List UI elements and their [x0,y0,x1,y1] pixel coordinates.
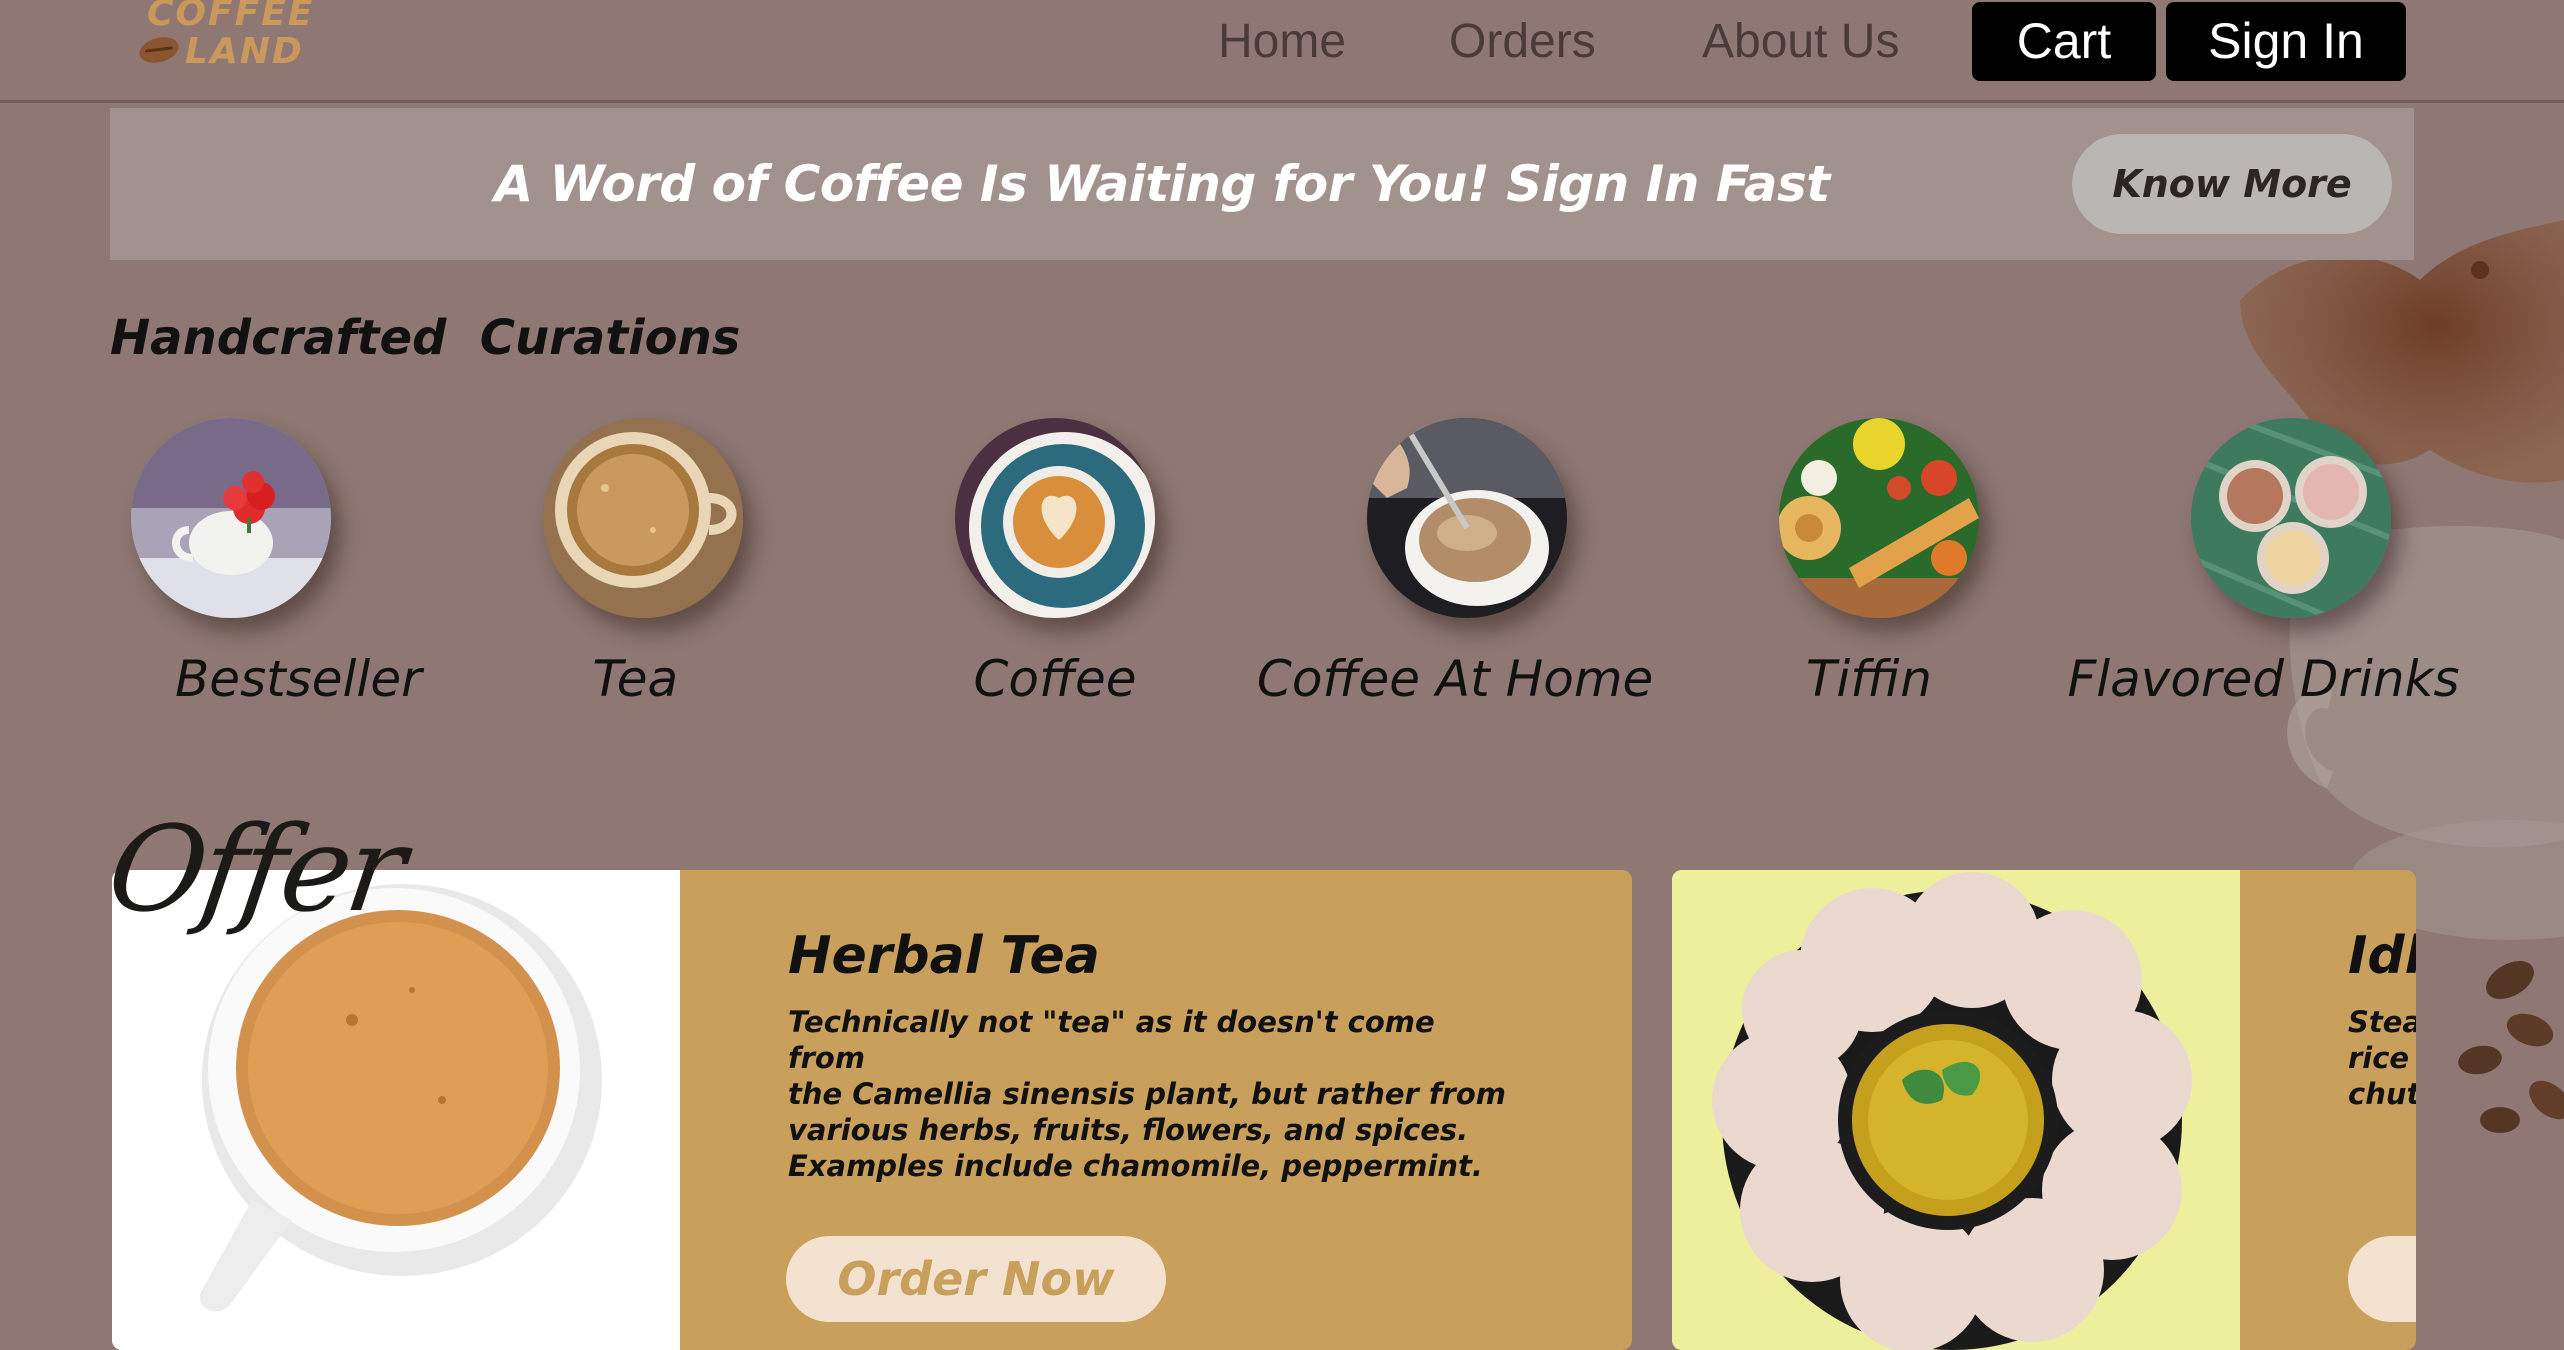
order-now-button[interactable]: Order Now [786,1236,1166,1322]
description-line: chut [2348,1077,2416,1111]
banner-message: A Word of Coffee Is Waiting for You! Sig… [494,155,1830,213]
description-line: various herbs, fruits, flowers, and spic… [788,1113,1469,1147]
cart-button[interactable]: Cart [1972,2,2156,81]
sign-in-promo-banner: A Word of Coffee Is Waiting for You! Sig… [110,108,2414,260]
category-label-flavored-drinks: Flavored Drinks [2067,650,2460,708]
description-line: Technically not "tea" as it doesn't come… [788,1005,1435,1075]
curations-section-title: Handcrafted Curations [110,310,741,366]
offer-card-herbal-tea: Herbal Tea Technically not "tea" as it d… [112,870,1632,1350]
category-label-coffee-at-home: Coffee At Home [1256,650,1654,708]
top-navbar: COFFEE LAND Home Orders About Us Cart Si… [0,0,2564,103]
description-line: rice a [2348,1041,2416,1075]
offer-section-title: Offer [100,800,411,938]
description-line: Examples include chamomile, peppermint. [788,1149,1483,1183]
tea-cup-icon[interactable] [543,418,743,618]
category-label-bestseller: Bestseller [175,650,422,708]
sign-in-button[interactable]: Sign In [2166,2,2406,81]
idli-image [1672,870,2240,1350]
herbal-tea-image [112,870,680,1350]
tiffin-plate-icon[interactable] [1779,418,1979,618]
order-now-button[interactable]: O [2348,1236,2416,1322]
offer-card-description: Technically not "tea" as it doesn't come… [788,1004,1508,1184]
nav-about-us-link[interactable]: About Us [1702,10,1899,74]
offer-card-title: Herbal Tea [788,926,1100,986]
category-label-coffee: Coffee [973,650,1137,708]
home-coffee-icon[interactable] [1367,418,1567,618]
description-line: Stea [2348,1005,2416,1039]
know-more-button[interactable]: Know More [2072,134,2392,234]
description-line: the Camellia sinensis plant, but rather … [788,1077,1506,1111]
flavored-drinks-icon[interactable] [2191,418,2391,618]
offer-card-idli: Idli Stea rice a chut O [1672,870,2416,1350]
nav-home-link[interactable]: Home [1218,10,1346,74]
coffee-latte-icon[interactable] [955,418,1155,618]
bestseller-cup-icon[interactable] [131,418,331,618]
coffee-bean-icon [136,33,182,67]
nav-orders-link[interactable]: Orders [1449,10,1596,74]
category-label-tea: Tea [592,650,679,708]
offer-card-description: Stea rice a chut [2348,1004,2416,1112]
category-label-tiffin: Tiffin [1805,650,1932,708]
offer-card-title: Idli [2348,926,2416,986]
logo-text-line2: LAND [185,31,304,72]
coffee-land-logo[interactable]: COFFEE LAND [135,0,312,72]
logo-text-line1: COFFEE [147,0,315,34]
